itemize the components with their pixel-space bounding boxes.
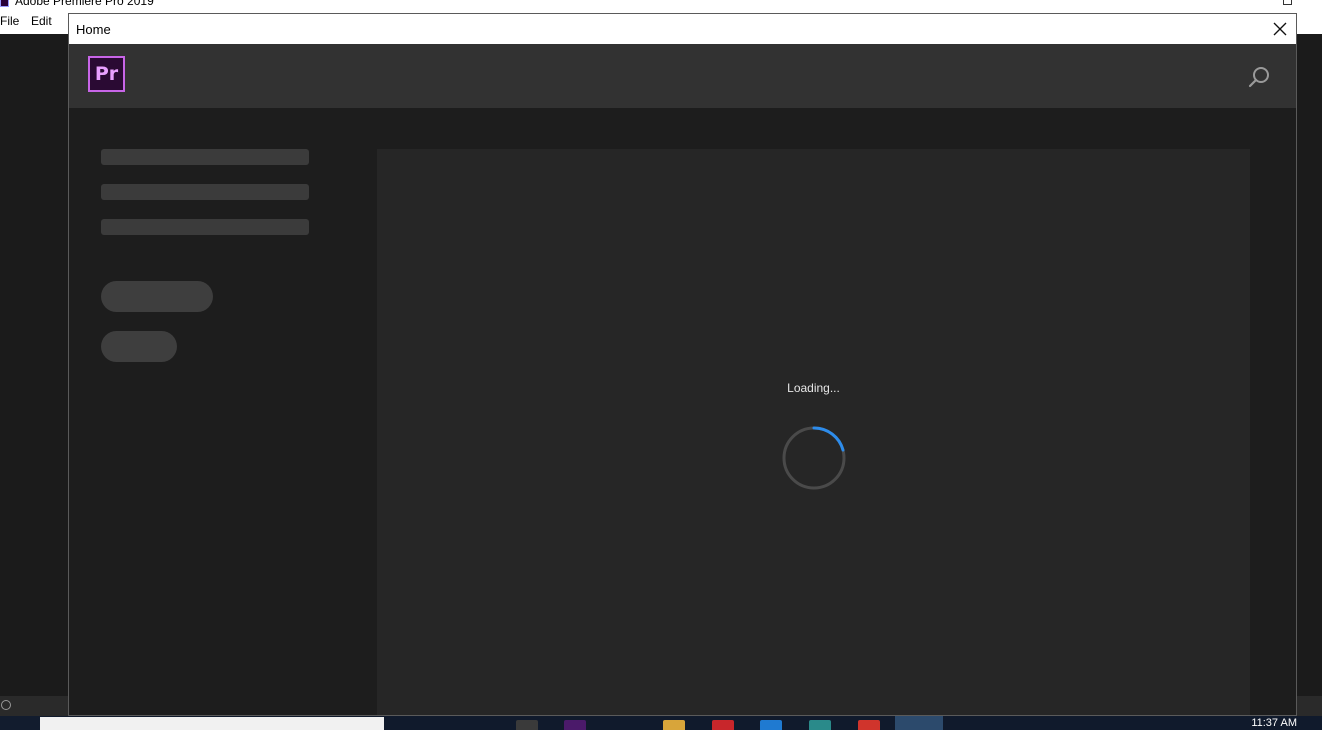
close-button[interactable] [1270, 19, 1290, 39]
search-button[interactable] [1246, 64, 1272, 90]
search-icon [1248, 67, 1269, 88]
loading-spinner-icon [782, 426, 846, 490]
status-icon[interactable] [1, 700, 11, 710]
premiere-logo: Pr [88, 56, 125, 92]
taskbar-app-icon[interactable] [809, 720, 831, 730]
taskbar-premiere-active[interactable] [895, 716, 943, 730]
start-button[interactable] [0, 716, 40, 730]
chrome-icon[interactable] [858, 720, 880, 730]
app-title: Adobe Premiere Pro 2019 [15, 0, 154, 8]
taskbar: 11:37 AM [0, 716, 1322, 730]
home-titlebar: Home [69, 14, 1296, 44]
taskbar-app-icon[interactable] [516, 720, 538, 730]
folder-icon[interactable] [663, 720, 685, 730]
menu-edit[interactable]: Edit [31, 14, 52, 28]
skeleton-button [101, 281, 213, 312]
main-panel: Loading... [377, 149, 1250, 715]
loading-text: Loading... [787, 381, 840, 395]
taskbar-app-icon[interactable] [564, 720, 586, 730]
home-header: Pr [69, 44, 1296, 108]
taskbar-app-icon[interactable] [712, 720, 734, 730]
premiere-app-icon [0, 0, 9, 7]
home-content: Loading... [69, 108, 1296, 715]
taskbar-search-input[interactable] [40, 717, 384, 730]
logo-text: Pr [94, 63, 119, 85]
home-title: Home [76, 22, 111, 37]
skeleton-nav-item [101, 219, 309, 235]
home-window: Home Pr Loading... [68, 13, 1297, 716]
taskbar-clock[interactable]: 11:37 AM [1251, 717, 1297, 729]
taskbar-app-icon[interactable] [760, 720, 782, 730]
close-icon [1273, 22, 1287, 36]
restore-icon[interactable] [1283, 0, 1292, 5]
skeleton-nav-item [101, 149, 309, 165]
skeleton-button [101, 331, 177, 362]
app-titlebar: Adobe Premiere Pro 2019 [0, 0, 1322, 8]
menu-file[interactable]: File [0, 14, 19, 28]
skeleton-nav-item [101, 184, 309, 200]
